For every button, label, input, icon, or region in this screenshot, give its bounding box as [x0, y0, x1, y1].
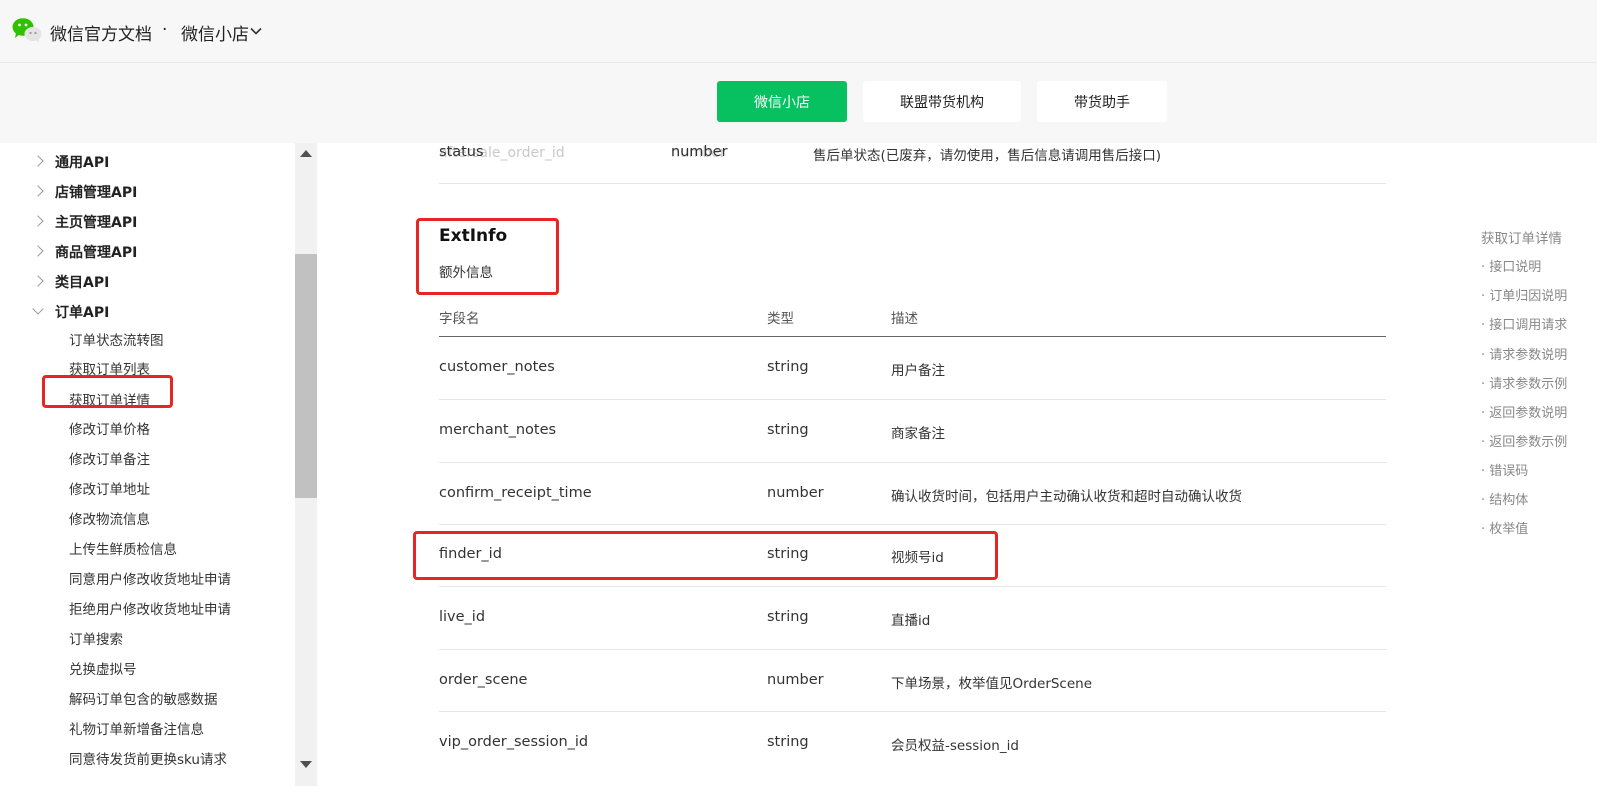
row-divider	[439, 399, 1386, 400]
sidebar-item-update-order-notes[interactable]: 修改订单备注	[69, 448, 150, 468]
title-separator: ·	[162, 20, 168, 40]
column-header-field: 字段名	[439, 311, 480, 327]
row-divider	[439, 711, 1386, 712]
cell-type: string	[767, 359, 809, 375]
toc-heading[interactable]: 获取订单详情	[1481, 227, 1562, 247]
cell-desc: 直播id	[891, 613, 931, 629]
sidebar-item-update-logistics[interactable]: 修改物流信息	[69, 508, 150, 528]
status-desc: 售后单状态(已废弃，请勿使用，售后信息请调用售后接口)	[813, 148, 1162, 164]
row-divider	[439, 586, 1386, 587]
cell-field: confirm_receipt_time	[439, 485, 592, 501]
sidebar-item-update-order-address[interactable]: 修改订单地址	[69, 478, 150, 498]
cell-desc: 会员权益-session_id	[891, 738, 1019, 754]
row-divider	[439, 462, 1386, 463]
toc-item[interactable]: · 结构体	[1481, 489, 1528, 508]
sidebar-category-product-api[interactable]: 商品管理API	[55, 242, 137, 262]
cell-desc: 用户备注	[891, 363, 945, 379]
toc-item[interactable]: · 枚举值	[1481, 518, 1528, 537]
row-divider	[439, 649, 1386, 650]
sidebar-item-virtual-number[interactable]: 兑换虚拟号	[69, 658, 137, 678]
toc-item[interactable]: · 接口调用请求	[1481, 314, 1567, 333]
cell-field: vip_order_session_id	[439, 734, 589, 750]
sidebar-item-upload-fresh-inspection[interactable]: 上传生鲜质检信息	[69, 538, 177, 558]
cell-type: string	[767, 422, 809, 438]
sidebar-category-category-api[interactable]: 类目API	[55, 272, 109, 292]
status-field: status	[439, 144, 484, 160]
cell-type: string	[767, 734, 809, 750]
toc-item[interactable]: · 返回参数示例	[1481, 431, 1567, 450]
column-header-type: 类型	[767, 311, 794, 327]
toc-item[interactable]: · 错误码	[1481, 460, 1528, 479]
wechat-logo-icon[interactable]	[12, 17, 42, 43]
scroll-up-arrow-icon[interactable]	[300, 150, 312, 157]
toc-item[interactable]: · 返回参数说明	[1481, 402, 1567, 421]
highlight-box-section	[416, 218, 559, 295]
sidebar-item-change-sku[interactable]: 同意待发货前更换sku请求	[69, 748, 227, 768]
status-type: number	[671, 144, 728, 160]
product-switcher[interactable]: 微信小店	[181, 20, 249, 45]
cell-type: string	[767, 609, 809, 625]
product-tab-bar: aftersale_order_id number 微信小店 联盟带货机构 带货…	[0, 63, 1597, 161]
sidebar-item-update-order-price[interactable]: 修改订单价格	[69, 418, 150, 438]
toc-item[interactable]: · 接口说明	[1481, 256, 1541, 275]
sidebar-category-order-api[interactable]: 订单API	[55, 302, 109, 322]
top-header: 微信官方文档 · 微信小店	[0, 0, 1597, 63]
cell-desc: 确认收货时间，包括用户主动确认收货和超时自动确认收货	[891, 489, 1242, 505]
sidebar-item-reject-address-change[interactable]: 拒绝用户修改收货地址申请	[69, 598, 231, 618]
cell-type: number	[767, 485, 824, 501]
tab-wechat-shop[interactable]: 微信小店	[717, 81, 847, 122]
cell-type: number	[767, 672, 824, 688]
sidebar-scrollbar-thumb[interactable]	[295, 254, 317, 498]
sidebar-category-homepage-api[interactable]: 主页管理API	[55, 212, 137, 232]
highlight-box-row	[413, 531, 998, 580]
sidebar-category-general-api[interactable]: 通用API	[55, 152, 109, 172]
sidebar-item-decode-sensitive-data[interactable]: 解码订单包含的敏感数据	[69, 688, 218, 708]
toc-item[interactable]: · 请求参数说明	[1481, 344, 1567, 363]
highlight-box-sidebar	[42, 375, 173, 408]
cell-desc: 商家备注	[891, 426, 945, 442]
sidebar-item-order-state-flow[interactable]: 订单状态流转图	[69, 329, 164, 349]
column-header-desc: 描述	[891, 311, 918, 327]
toc-item[interactable]: · 请求参数示例	[1481, 373, 1567, 392]
sidebar-item-gift-order-notes[interactable]: 礼物订单新增备注信息	[69, 718, 204, 738]
chevron-down-icon[interactable]	[249, 24, 263, 38]
cell-field: merchant_notes	[439, 422, 557, 438]
tab-sales-assistant[interactable]: 带货助手	[1037, 81, 1167, 122]
row-divider	[439, 524, 1386, 525]
sidebar-item-accept-address-change[interactable]: 同意用户修改收货地址申请	[69, 568, 231, 588]
divider	[439, 183, 1386, 184]
cell-field: order_scene	[439, 672, 528, 688]
cell-desc: 下单场景，枚举值见OrderScene	[891, 676, 1093, 692]
site-title[interactable]: 微信官方文档	[50, 20, 152, 45]
scroll-down-arrow-icon[interactable]	[300, 761, 312, 768]
tab-affiliate-agency[interactable]: 联盟带货机构	[863, 81, 1021, 122]
toc-item[interactable]: · 订单归因说明	[1481, 285, 1567, 304]
cell-field: customer_notes	[439, 359, 555, 375]
cell-field: live_id	[439, 609, 486, 625]
table-header-divider	[439, 336, 1386, 337]
sidebar-item-order-search[interactable]: 订单搜索	[69, 628, 123, 648]
sidebar-category-store-api[interactable]: 店铺管理API	[55, 182, 137, 202]
